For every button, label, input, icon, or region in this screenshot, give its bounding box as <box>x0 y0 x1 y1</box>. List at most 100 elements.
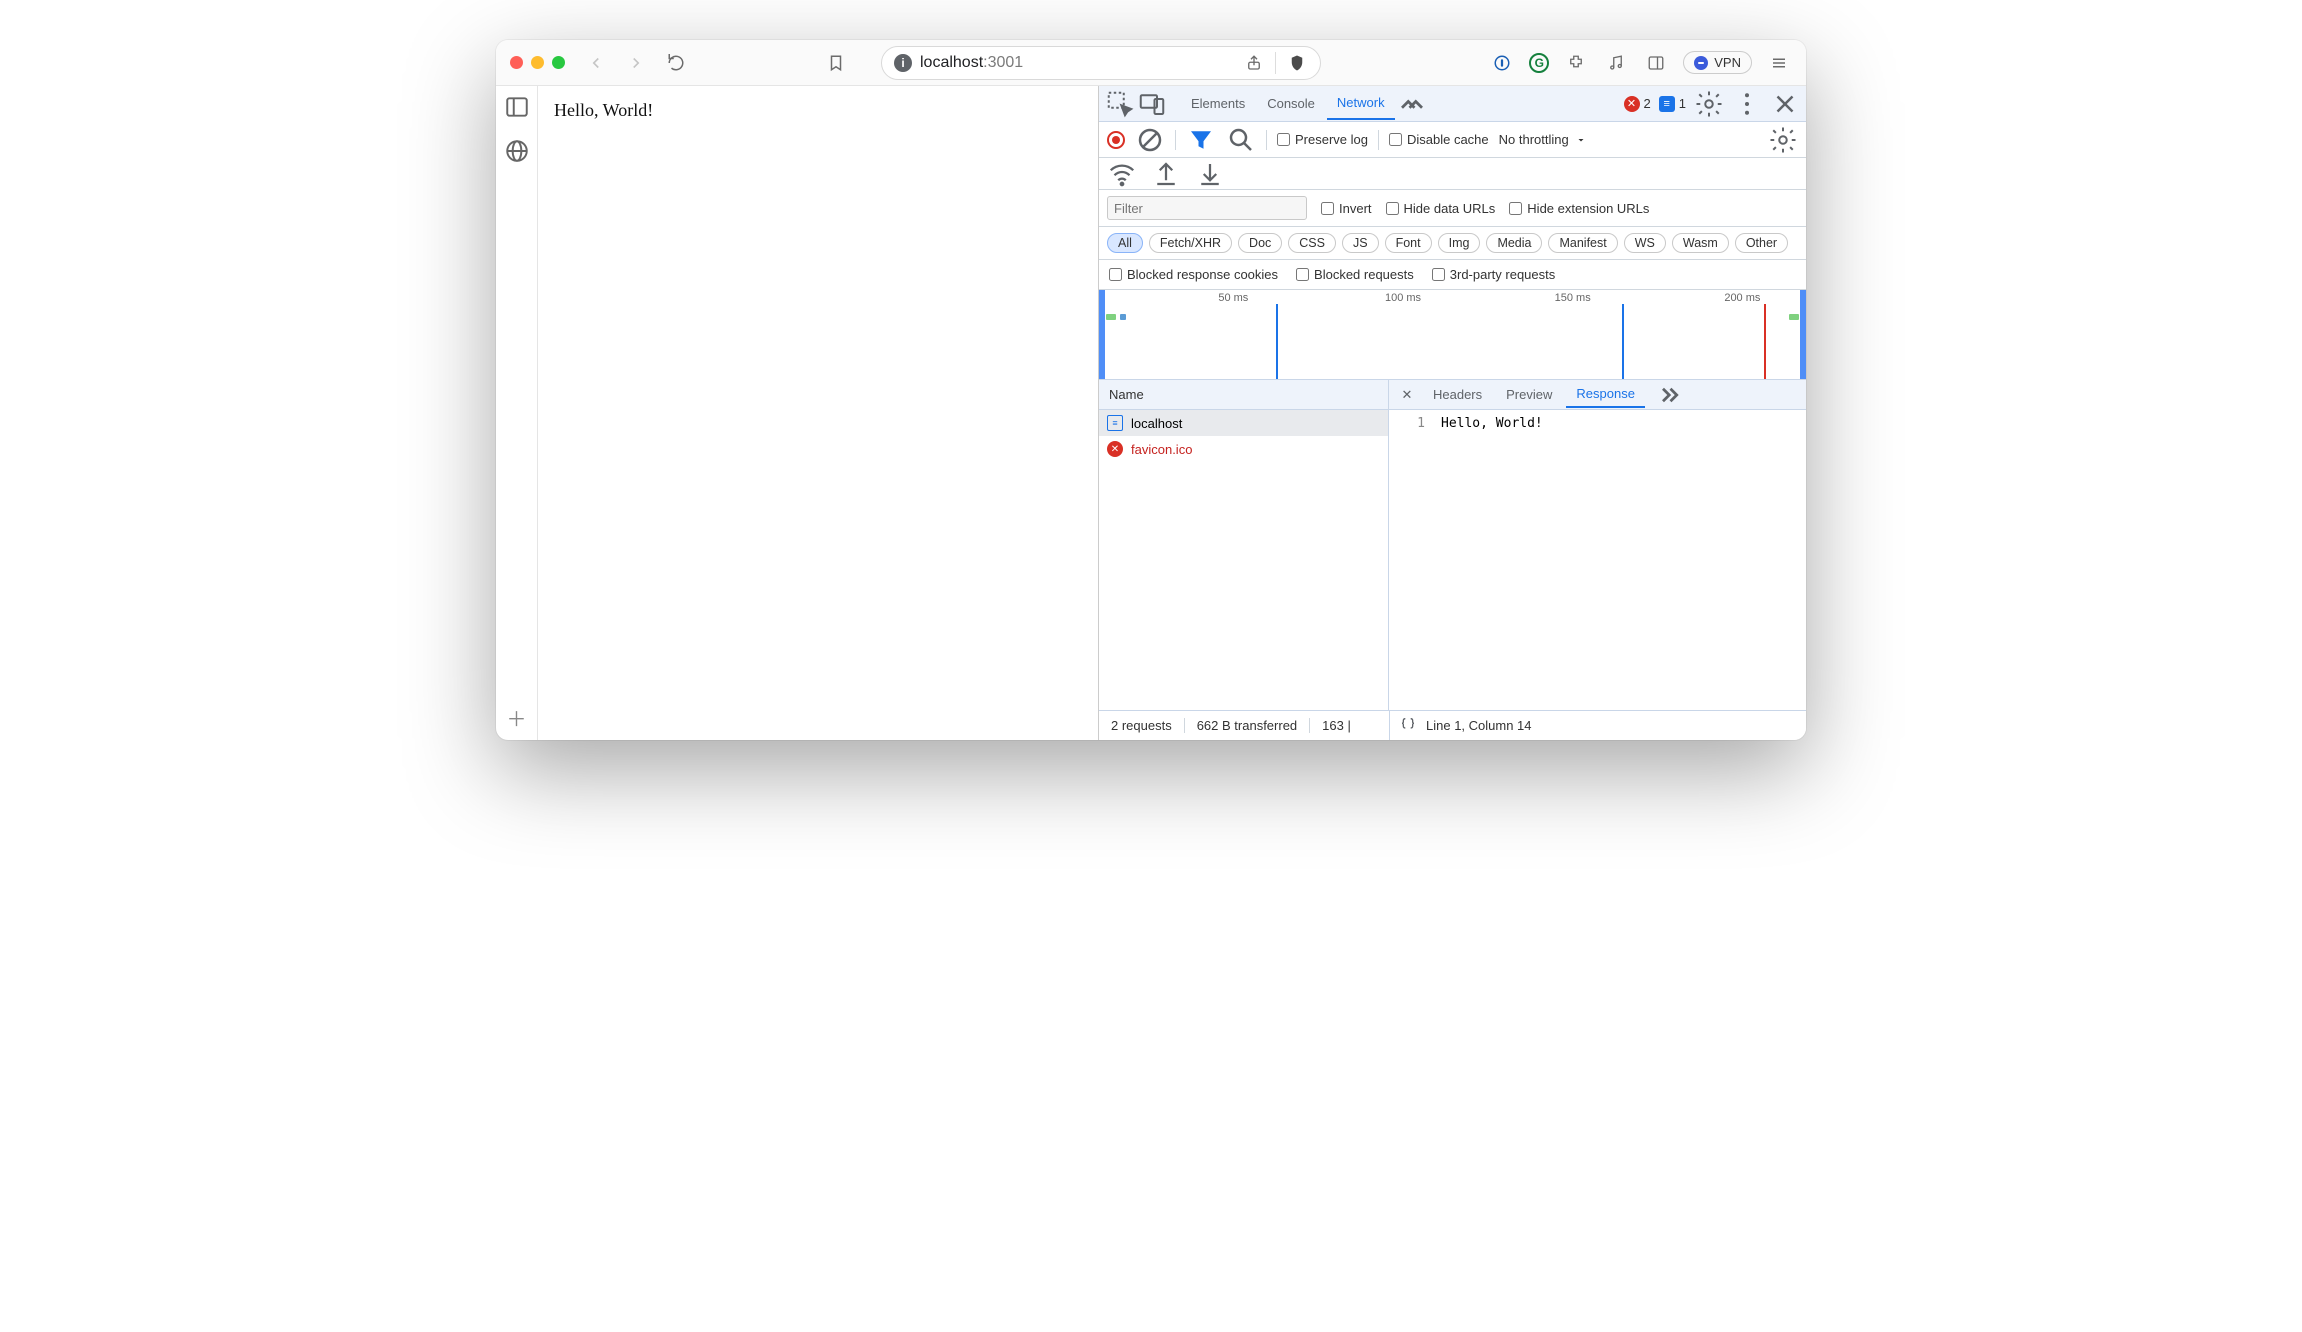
inspect-element-button[interactable] <box>1105 89 1135 119</box>
timeline-tick: 200 ms <box>1724 292 1760 304</box>
blocked-cookies-label: Blocked response cookies <box>1127 267 1278 282</box>
network-timeline[interactable]: 50 ms 100 ms 150 ms 200 ms <box>1099 290 1806 380</box>
filter-chip-manifest[interactable]: Manifest <box>1548 233 1617 253</box>
devtools-close-button[interactable] <box>1770 89 1800 119</box>
sidebar-toggle-button[interactable] <box>504 94 530 120</box>
forward-button[interactable] <box>621 48 651 78</box>
timeline-selection-end <box>1800 290 1806 379</box>
response-line: 1 Hello, World! <box>1389 416 1806 431</box>
bookmark-button[interactable] <box>821 48 851 78</box>
tab-headers[interactable]: Headers <box>1423 382 1492 407</box>
filter-chip-wasm[interactable]: Wasm <box>1672 233 1729 253</box>
devtools-settings-button[interactable] <box>1694 89 1724 119</box>
app-menu-button[interactable] <box>1766 48 1792 78</box>
extension-grammarly-icon[interactable]: G <box>1529 53 1549 73</box>
address-bar[interactable]: i localhost:3001 <box>881 46 1321 80</box>
error-icon: ✕ <box>1624 96 1640 112</box>
reload-button[interactable] <box>661 48 691 78</box>
maximize-window-button[interactable] <box>552 56 565 69</box>
request-row-localhost[interactable]: ≡ localhost <box>1099 410 1388 436</box>
import-har-button[interactable] <box>1195 159 1225 189</box>
blocked-cookies-checkbox[interactable]: Blocked response cookies <box>1109 267 1278 282</box>
timeline-request-bar <box>1106 314 1116 320</box>
tab-response[interactable]: Response <box>1566 381 1645 408</box>
tab-console[interactable]: Console <box>1257 88 1325 119</box>
line-text: Hello, World! <box>1437 416 1543 431</box>
extensions-button[interactable] <box>1563 48 1589 78</box>
filter-chip-fetch[interactable]: Fetch/XHR <box>1149 233 1232 253</box>
sidebar-add-button[interactable]: ＋ <box>504 704 530 730</box>
request-row-favicon[interactable]: ✕ favicon.ico <box>1099 436 1388 462</box>
request-list: Name ≡ localhost ✕ favicon.ico <box>1099 380 1389 710</box>
devtools-more-button[interactable] <box>1732 89 1762 119</box>
messages-count: 1 <box>1679 96 1686 111</box>
error-icon: ✕ <box>1107 441 1123 457</box>
timeline-tick: 50 ms <box>1218 292 1248 304</box>
vpn-button[interactable]: VPN <box>1683 51 1752 74</box>
throttling-select[interactable]: No throttling <box>1499 132 1587 147</box>
filter-chip-doc[interactable]: Doc <box>1238 233 1282 253</box>
site-info-icon[interactable]: i <box>894 54 912 72</box>
media-button[interactable] <box>1603 48 1629 78</box>
messages-indicator[interactable]: ≡ 1 <box>1659 96 1686 112</box>
page-content: Hello, World! <box>538 86 1098 740</box>
timeline-tick: 100 ms <box>1385 292 1421 304</box>
pretty-print-button[interactable] <box>1400 716 1416 735</box>
filter-chip-ws[interactable]: WS <box>1624 233 1666 253</box>
share-button[interactable] <box>1243 48 1265 78</box>
minimize-window-button[interactable] <box>531 56 544 69</box>
hide-extension-urls-checkbox[interactable]: Hide extension URLs <box>1509 201 1649 216</box>
third-party-checkbox[interactable]: 3rd-party requests <box>1432 267 1556 282</box>
tab-preview[interactable]: Preview <box>1496 382 1562 407</box>
filter-chip-media[interactable]: Media <box>1486 233 1542 253</box>
network-settings-button[interactable] <box>1768 125 1798 155</box>
brave-shields-icon[interactable] <box>1286 48 1308 78</box>
filter-toggle-button[interactable] <box>1186 125 1216 155</box>
detail-tabs-overflow[interactable] <box>1653 380 1683 410</box>
filter-chip-font[interactable]: Font <box>1385 233 1432 253</box>
close-detail-button[interactable]: ✕ <box>1395 387 1419 403</box>
message-icon: ≡ <box>1659 96 1675 112</box>
search-button[interactable] <box>1226 125 1256 155</box>
response-body[interactable]: 1 Hello, World! <box>1389 410 1806 710</box>
timeline-tick: 150 ms <box>1555 292 1591 304</box>
vpn-status-icon <box>1694 56 1708 70</box>
invert-checkbox[interactable]: Invert <box>1321 201 1372 216</box>
export-har-button[interactable] <box>1151 159 1181 189</box>
timeline-request-bar <box>1120 314 1126 320</box>
close-window-button[interactable] <box>510 56 523 69</box>
disable-cache-checkbox[interactable]: Disable cache <box>1389 132 1489 147</box>
filter-chip-css[interactable]: CSS <box>1288 233 1336 253</box>
extension-1password-icon[interactable] <box>1489 48 1515 78</box>
preserve-log-checkbox[interactable]: Preserve log <box>1277 132 1368 147</box>
tabs-overflow-button[interactable] <box>1397 89 1427 119</box>
sidebar-web-icon[interactable] <box>504 138 530 164</box>
tab-elements[interactable]: Elements <box>1181 88 1255 119</box>
toolbar-divider <box>1275 52 1276 74</box>
toolbar-divider <box>1175 130 1176 150</box>
browser-toolbar: i localhost:3001 G <box>496 40 1806 86</box>
device-toolbar-button[interactable] <box>1137 89 1167 119</box>
network-toolbar: Preserve log Disable cache No throttling <box>1099 122 1806 158</box>
clear-button[interactable] <box>1135 125 1165 155</box>
page-text: Hello, World! <box>554 100 653 120</box>
hide-data-urls-checkbox[interactable]: Hide data URLs <box>1386 201 1496 216</box>
network-filter-input[interactable] <box>1107 196 1307 220</box>
toolbar-divider <box>1378 130 1379 150</box>
filter-chip-js[interactable]: JS <box>1342 233 1379 253</box>
network-conditions-button[interactable] <box>1107 159 1137 189</box>
timeline-request-bar <box>1789 314 1799 320</box>
filter-chip-all[interactable]: All <box>1107 233 1143 253</box>
tab-network[interactable]: Network <box>1327 87 1395 120</box>
sidepanel-button[interactable] <box>1643 48 1669 78</box>
blocked-requests-checkbox[interactable]: Blocked requests <box>1296 267 1414 282</box>
chevron-down-icon <box>1575 134 1587 146</box>
back-button[interactable] <box>581 48 611 78</box>
record-button[interactable] <box>1107 131 1125 149</box>
browser-body: ＋ Hello, World! Elements Console Network <box>496 86 1806 740</box>
filter-chip-other[interactable]: Other <box>1735 233 1788 253</box>
errors-indicator[interactable]: ✕ 2 <box>1624 96 1651 112</box>
timeline-domcontentloaded-marker <box>1276 304 1278 379</box>
filter-chip-img[interactable]: Img <box>1438 233 1481 253</box>
request-list-header[interactable]: Name <box>1099 380 1388 410</box>
